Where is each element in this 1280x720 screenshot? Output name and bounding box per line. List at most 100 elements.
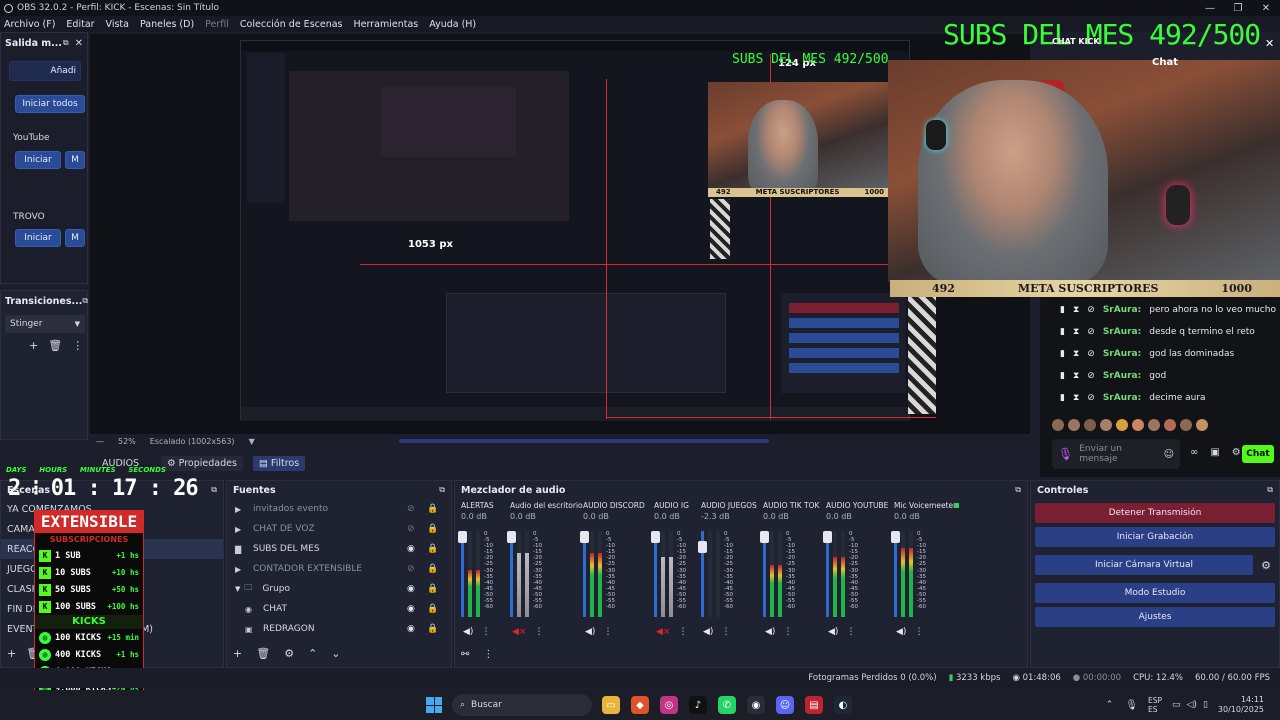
speaker-icon[interactable]: ◀) [585, 627, 595, 637]
add-icon[interactable]: + [233, 647, 242, 660]
volume-fader[interactable] [458, 531, 467, 617]
source-item[interactable]: ▶ invitados evento ⊘ 🔒 [235, 499, 451, 519]
pin-icon[interactable]: ▮ [1060, 327, 1065, 337]
muted-speaker-icon[interactable]: ◀× [512, 627, 526, 637]
whatsapp-icon[interactable]: ✆ [718, 696, 736, 714]
fader-knob[interactable] [580, 531, 589, 543]
source-item[interactable]: ▼ 🗀 Grupo ◉ 🔒 [235, 579, 451, 599]
undock-icon[interactable]: ⧉ [63, 38, 69, 48]
chat-username[interactable]: SrAura: [1103, 349, 1141, 359]
pin-icon[interactable]: ▮ [1060, 371, 1065, 381]
clock[interactable]: 14:11 30/10/2025 [1218, 695, 1264, 715]
trash-icon[interactable]: 🗑 [48, 339, 62, 352]
add-icon[interactable]: + [7, 647, 16, 660]
menu-coleccion[interactable]: Colección de Escenas [240, 19, 343, 30]
ban-icon[interactable]: ⊘ [1087, 371, 1095, 381]
stop-stream-button[interactable]: Detener Transmisión [1035, 503, 1275, 523]
lock-icon[interactable]: 🔒 [427, 624, 438, 634]
close-dock-icon[interactable]: ✕ [75, 38, 83, 49]
trash-icon[interactable]: 🗑 [256, 647, 270, 660]
gift-icon[interactable]: ▣ [1210, 447, 1219, 458]
tab-propiedades[interactable]: ⚙ Propiedades [161, 455, 243, 471]
minimize-button[interactable]: — [1196, 3, 1224, 14]
maximize-button[interactable]: ❐ [1224, 3, 1252, 14]
microphone-icon[interactable]: 🎙 [1058, 447, 1073, 461]
chat-username[interactable]: SrAura: [1103, 327, 1141, 337]
speaker-icon[interactable]: ◀) [828, 627, 838, 637]
lock-icon[interactable]: 🔒 [427, 584, 438, 594]
virtual-camera-button[interactable]: Iniciar Cámara Virtual [1035, 555, 1253, 575]
speaker-icon[interactable]: ◀) [896, 627, 906, 637]
discord-icon[interactable]: ☺ [776, 696, 794, 714]
more-icon[interactable]: ⋮ [72, 339, 83, 352]
pin-icon[interactable]: ▮ [1060, 305, 1065, 315]
more-icon[interactable]: ⋮ [721, 627, 730, 637]
fader-knob[interactable] [507, 531, 516, 543]
speaker-icon[interactable]: ◀) [703, 627, 713, 637]
more-icon[interactable]: ⋮ [846, 627, 855, 637]
move-down-icon[interactable]: ⌄ [331, 647, 340, 660]
windows-start-icon[interactable] [426, 697, 442, 713]
undock-icon[interactable]: ⧉ [211, 485, 217, 495]
close-icon[interactable]: ✕ [1265, 37, 1274, 50]
ban-icon[interactable]: ⊘ [1087, 327, 1095, 337]
more-icon[interactable]: ⋮ [678, 627, 687, 637]
obs-icon[interactable]: ◉ [747, 696, 765, 714]
timeout-icon[interactable]: ⧗ [1073, 349, 1079, 359]
eye-icon[interactable]: ◉ [407, 544, 415, 554]
eye-hidden-icon[interactable]: ⊘ [407, 504, 415, 514]
menu-paneles[interactable]: Paneles (D) [140, 19, 194, 30]
volume-fader[interactable] [823, 531, 832, 617]
preview-scrollbar[interactable] [398, 439, 769, 443]
app-icon[interactable]: ▤ [805, 696, 823, 714]
pin-icon[interactable]: ▮ [1060, 349, 1065, 359]
youtube-m-button[interactable]: M [65, 151, 85, 169]
gear-icon[interactable]: ⚙ [284, 647, 294, 660]
move-up-icon[interactable]: ⌃ [308, 647, 317, 660]
settings-icon[interactable]: ⚙ [1232, 447, 1241, 458]
youtube-start-button[interactable]: Iniciar [15, 151, 61, 169]
timeout-icon[interactable]: ⧗ [1073, 327, 1079, 337]
fader-knob[interactable] [760, 531, 769, 543]
link-icon[interactable]: ∞ [1190, 447, 1198, 458]
volume-fader[interactable] [651, 531, 660, 617]
volume-fader[interactable] [698, 531, 707, 617]
pin-icon[interactable]: ▮ [1060, 393, 1065, 403]
steam-icon[interactable]: ◐ [834, 696, 852, 714]
chat-username[interactable]: SrAura: [1103, 371, 1141, 381]
zoom-out-icon[interactable]: — [96, 437, 104, 446]
fader-knob[interactable] [651, 531, 660, 543]
undock-icon[interactable]: ⧉ [1267, 485, 1273, 495]
eye-icon[interactable]: ◉ [407, 624, 415, 634]
lock-icon[interactable]: 🔒 [427, 524, 438, 534]
more-icon[interactable]: ⋮ [914, 627, 923, 637]
taskbar-search[interactable]: ⌕ Buscar [452, 694, 592, 716]
lock-icon[interactable]: 🔒 [427, 604, 438, 614]
timeout-icon[interactable]: ⧗ [1073, 393, 1079, 403]
speaker-icon[interactable]: ◀) [463, 627, 473, 637]
ban-icon[interactable]: ⊘ [1087, 349, 1095, 359]
more-icon[interactable]: ⋮ [483, 649, 493, 660]
eye-hidden-icon[interactable]: ⊘ [407, 524, 415, 534]
menu-editar[interactable]: Editar [66, 19, 94, 30]
eye-hidden-icon[interactable]: ⊘ [407, 564, 415, 574]
add-icon[interactable]: + [29, 339, 38, 352]
add-output-button[interactable]: Añadi [9, 61, 81, 81]
undock-icon[interactable]: ⧉ [439, 485, 445, 495]
settings-button[interactable]: Ajustes [1035, 607, 1275, 627]
lock-icon[interactable]: 🔒 [427, 544, 438, 554]
menu-herramientas[interactable]: Herramientas [354, 19, 419, 30]
gear-icon[interactable]: ⚙ [1257, 559, 1275, 572]
source-item[interactable]: ▣ REDRAGON ◉ 🔒 [235, 619, 451, 639]
chat-username[interactable]: SrAura: [1103, 305, 1141, 315]
menu-perfil[interactable]: Perfil [205, 19, 229, 30]
chevron-up-icon[interactable]: ⌃ [1106, 700, 1114, 710]
chevron-down-icon[interactable]: ▼ [235, 585, 240, 593]
lock-icon[interactable]: 🔒 [427, 564, 438, 574]
undock-icon[interactable]: ⧉ [1015, 485, 1021, 495]
chevron-down-icon[interactable]: ▼ [249, 437, 255, 446]
timeout-icon[interactable]: ⧗ [1073, 371, 1079, 381]
emoji-icon[interactable]: ☺ [1164, 449, 1174, 460]
volume-fader[interactable] [507, 531, 516, 617]
instagram-icon[interactable]: ◎ [660, 696, 678, 714]
